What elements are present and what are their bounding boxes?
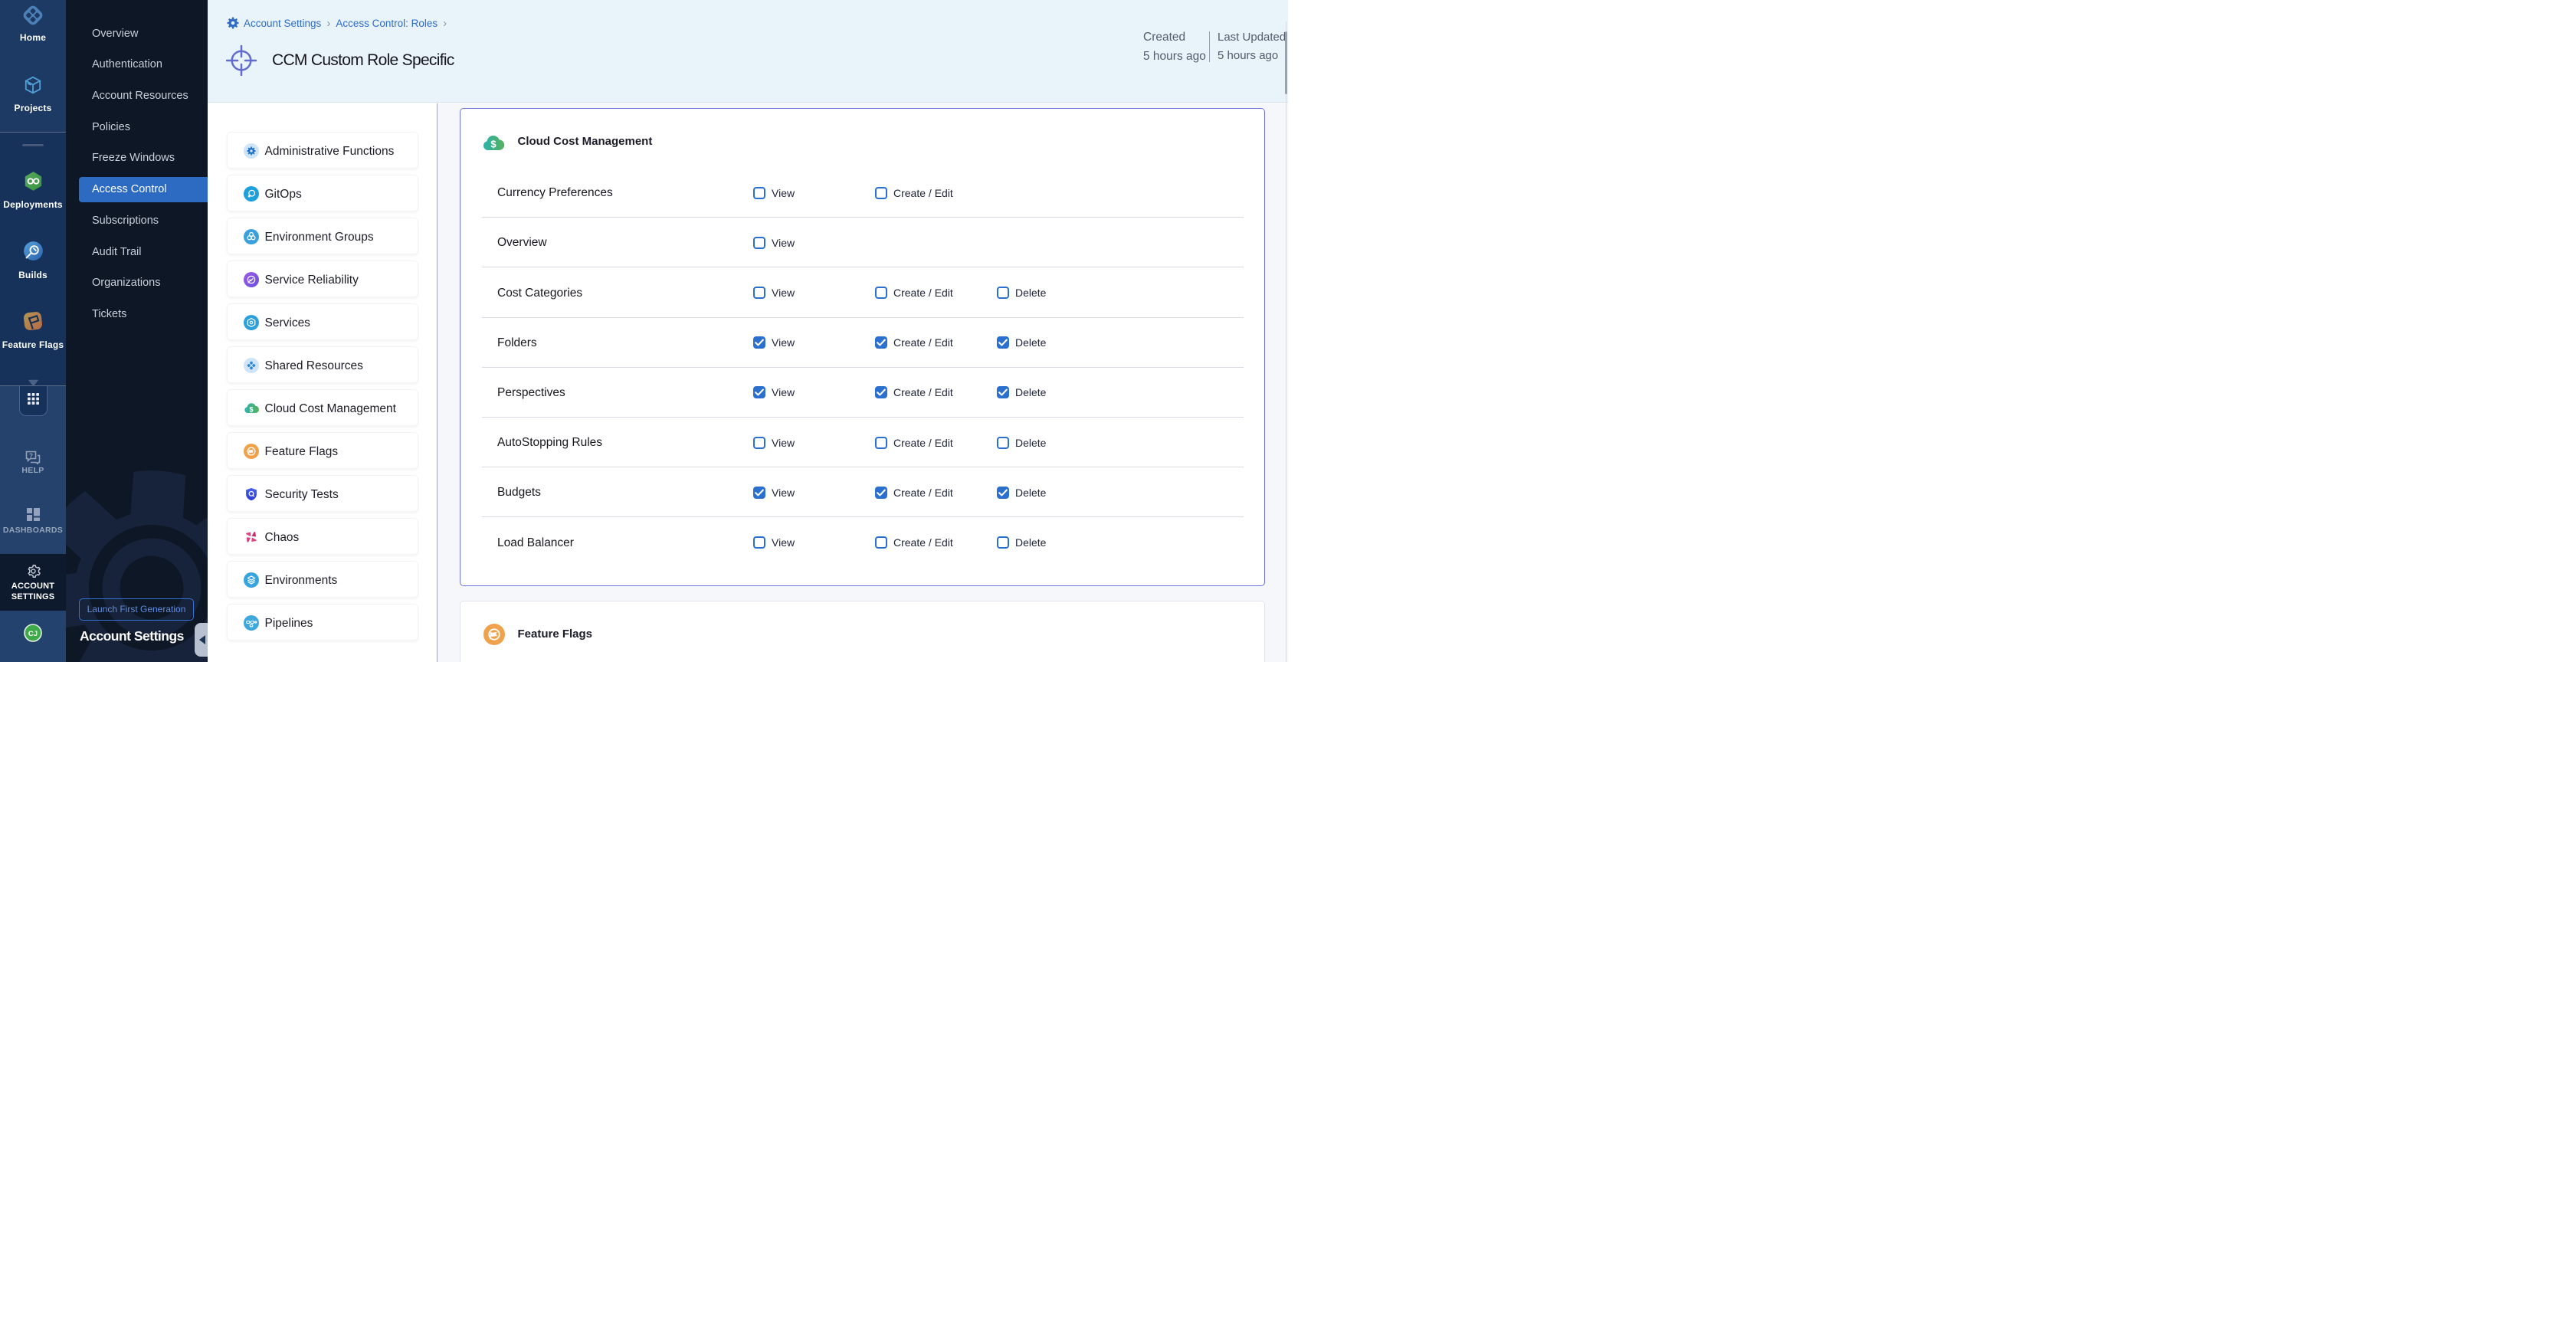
svg-text:?: ? xyxy=(29,451,33,459)
svg-text:$: $ xyxy=(249,406,253,414)
svg-text:$: $ xyxy=(490,139,497,150)
svg-text:CJ: CJ xyxy=(28,630,38,638)
